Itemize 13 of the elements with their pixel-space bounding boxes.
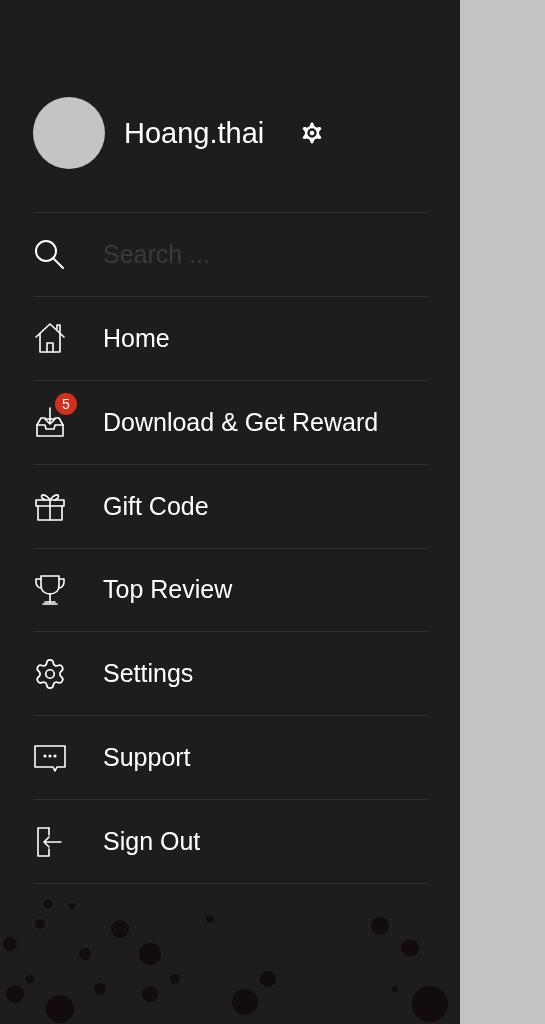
menu-item[interactable]: Support [103, 743, 191, 773]
menu-item[interactable]: Sign Out [103, 827, 201, 857]
notification-badge: 5 [55, 393, 77, 416]
gear-icon [33, 656, 67, 691]
menu-item[interactable]: Home [103, 323, 170, 353]
menu-item[interactable]: Top Review [103, 575, 233, 605]
username: Hoang.thai [124, 116, 265, 150]
menu-item[interactable]: Settings [103, 659, 194, 689]
search-icon [33, 238, 65, 271]
menu-item[interactable]: Download & Get Reward [103, 407, 379, 437]
trophy-icon [33, 572, 67, 607]
home-icon [33, 321, 67, 356]
menu-item[interactable]: Gift Code [103, 491, 209, 521]
